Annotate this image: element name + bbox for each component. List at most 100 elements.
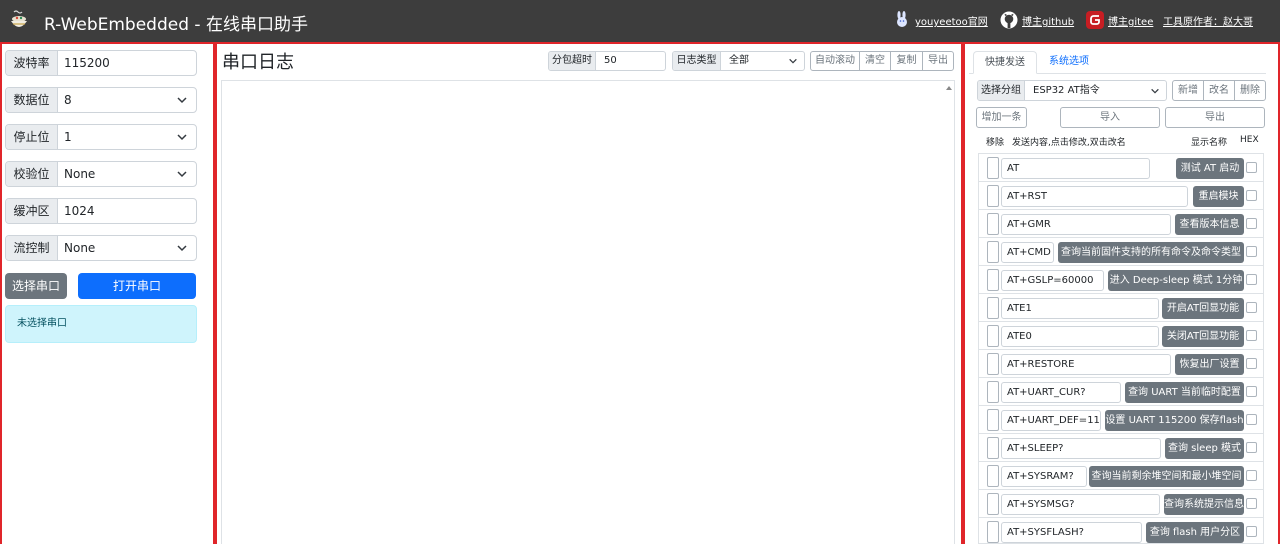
hex-checkbox[interactable] — [1246, 218, 1257, 229]
export-button[interactable]: 导出 — [1165, 107, 1265, 128]
command-input[interactable]: AT+GSLP=60000 — [1001, 270, 1104, 291]
packet-timeout-field[interactable]: 分包超时 50 — [548, 51, 666, 71]
flow-control-select[interactable]: 流控制 None — [5, 235, 197, 261]
send-command-button[interactable]: 测试 AT 启动 — [1176, 158, 1244, 179]
command-input[interactable]: ATE0 — [1001, 326, 1159, 347]
send-command-button[interactable]: 查询当前固件支持的所有命令及命令类型 — [1058, 242, 1244, 263]
scroll-up-arrow-icon[interactable] — [946, 86, 952, 90]
remove-command-button[interactable] — [987, 437, 999, 459]
rabbit-icon[interactable] — [893, 11, 911, 29]
baud-rate-field[interactable]: 波特率 115200 — [5, 50, 197, 76]
auto-scroll-button[interactable]: 自动滚动 — [810, 51, 860, 71]
remove-command-button[interactable] — [987, 213, 999, 235]
hex-checkbox[interactable] — [1246, 330, 1257, 341]
open-port-button[interactable]: 打开串口 — [78, 273, 196, 299]
command-input[interactable]: AT+UART_CUR? — [1001, 382, 1121, 403]
buffer-input[interactable]: 1024 — [64, 199, 95, 223]
stop-bits-value[interactable]: 1 — [64, 125, 72, 149]
command-input[interactable]: AT+RESTORE — [1001, 354, 1171, 375]
buffer-field[interactable]: 缓冲区 1024 — [5, 198, 197, 224]
gitee-icon[interactable] — [1086, 11, 1104, 29]
gitee-link[interactable]: 博主gitee — [1108, 13, 1153, 28]
github-link[interactable]: 博主github — [1022, 13, 1074, 28]
send-command-button[interactable]: 查询 sleep 模式 — [1165, 438, 1244, 459]
hex-checkbox[interactable] — [1246, 274, 1257, 285]
command-input[interactable]: ATE1 — [1001, 298, 1159, 319]
hex-checkbox[interactable] — [1246, 358, 1257, 369]
remove-command-button[interactable] — [987, 381, 999, 403]
data-bits-value[interactable]: 8 — [64, 88, 72, 112]
copy-button[interactable]: 复制 — [890, 51, 923, 71]
remove-command-button[interactable] — [987, 409, 999, 431]
remove-command-button[interactable] — [987, 297, 999, 319]
stop-bits-select[interactable]: 停止位 1 — [5, 124, 197, 150]
send-command-button[interactable]: 查询系统提示信息 — [1164, 494, 1244, 515]
youyeetoo-link[interactable]: youyeetoo官网 — [915, 13, 988, 28]
log-type-value[interactable]: 全部 — [729, 52, 749, 70]
import-button[interactable]: 导入 — [1060, 107, 1160, 128]
command-input[interactable]: AT+CMD — [1001, 242, 1054, 263]
tab-quick-send[interactable]: 快捷发送 — [973, 51, 1037, 74]
remove-command-button[interactable] — [987, 269, 999, 291]
rename-group-button[interactable]: 改名 — [1203, 80, 1235, 101]
hex-checkbox[interactable] — [1246, 190, 1257, 201]
command-input[interactable]: AT+SYSMSG? — [1001, 494, 1160, 515]
send-command-button[interactable]: 查看版本信息 — [1175, 214, 1244, 235]
parity-select[interactable]: 校验位 None — [5, 161, 197, 187]
export-log-button[interactable]: 导出 — [922, 51, 954, 71]
hex-checkbox[interactable] — [1246, 414, 1257, 425]
group-select[interactable]: 选择分组 ESP32 AT指令 — [977, 80, 1167, 101]
command-row: AT+GSLP=60000 进入 Deep-sleep 模式 1分钟 — [978, 266, 1264, 294]
remove-command-button[interactable] — [987, 521, 999, 543]
clear-button[interactable]: 清空 — [859, 51, 891, 71]
hex-checkbox[interactable] — [1246, 442, 1257, 453]
hex-checkbox[interactable] — [1246, 302, 1257, 313]
hex-checkbox[interactable] — [1246, 470, 1257, 481]
send-command-button[interactable]: 查询当前剩余堆空间和最小堆空间 — [1089, 466, 1244, 487]
send-command-button[interactable]: 查询 UART 当前临时配置 — [1125, 382, 1244, 403]
command-input[interactable]: AT+UART_DEF=115 — [1001, 410, 1101, 431]
data-bits-select[interactable]: 数据位 8 — [5, 87, 197, 113]
log-type-select[interactable]: 日志类型 全部 — [672, 51, 805, 71]
send-command-button[interactable]: 重启模块 — [1193, 186, 1244, 207]
send-command-button[interactable]: 设置 UART 115200 保存flash — [1105, 410, 1244, 431]
tab-system-options[interactable]: 系统选项 — [1041, 51, 1097, 74]
select-port-button[interactable]: 选择串口 — [5, 273, 67, 299]
packet-timeout-input[interactable]: 50 — [604, 52, 617, 70]
command-input[interactable]: AT+GMR — [1001, 214, 1171, 235]
hex-checkbox[interactable] — [1246, 526, 1257, 537]
remove-command-button[interactable] — [987, 325, 999, 347]
hex-checkbox[interactable] — [1246, 162, 1257, 173]
delete-group-button[interactable]: 删除 — [1234, 80, 1266, 101]
command-input[interactable]: AT+RST — [1001, 186, 1188, 207]
hex-checkbox[interactable] — [1246, 246, 1257, 257]
remove-command-button[interactable] — [987, 157, 999, 179]
send-command-button[interactable]: 恢复出厂设置 — [1175, 354, 1244, 375]
author-link[interactable]: 工具原作者：赵大哥 — [1163, 13, 1253, 28]
send-command-button[interactable]: 开启AT回显功能 — [1162, 298, 1244, 319]
group-select-value[interactable]: ESP32 AT指令 — [1033, 81, 1100, 100]
hex-checkbox[interactable] — [1246, 386, 1257, 397]
log-output-area[interactable] — [221, 80, 955, 544]
send-command-button[interactable]: 进入 Deep-sleep 模式 1分钟 — [1108, 270, 1244, 291]
port-status-alert: 未选择串口 — [5, 305, 197, 343]
command-input[interactable]: AT — [1001, 158, 1150, 179]
command-input[interactable]: AT+SYSRAM? — [1001, 466, 1087, 487]
remove-command-button[interactable] — [987, 185, 999, 207]
send-command-button[interactable]: 关闭AT回显功能 — [1162, 326, 1244, 347]
remove-command-button[interactable] — [987, 241, 999, 263]
github-icon[interactable] — [1000, 11, 1018, 29]
baud-rate-input[interactable]: 115200 — [64, 51, 110, 75]
add-group-button[interactable]: 新增 — [1172, 80, 1204, 101]
remove-command-button[interactable] — [987, 493, 999, 515]
add-command-button[interactable]: 增加一条 — [976, 107, 1027, 128]
command-input[interactable]: AT+SYSFLASH? — [1001, 522, 1142, 543]
log-type-label: 日志类型 — [673, 52, 721, 70]
hex-checkbox[interactable] — [1246, 498, 1257, 509]
command-input[interactable]: AT+SLEEP? — [1001, 438, 1161, 459]
remove-command-button[interactable] — [987, 353, 999, 375]
send-command-button[interactable]: 查询 flash 用户分区 — [1146, 522, 1244, 543]
remove-command-button[interactable] — [987, 465, 999, 487]
flow-control-value[interactable]: None — [64, 236, 95, 260]
parity-value[interactable]: None — [64, 162, 95, 186]
